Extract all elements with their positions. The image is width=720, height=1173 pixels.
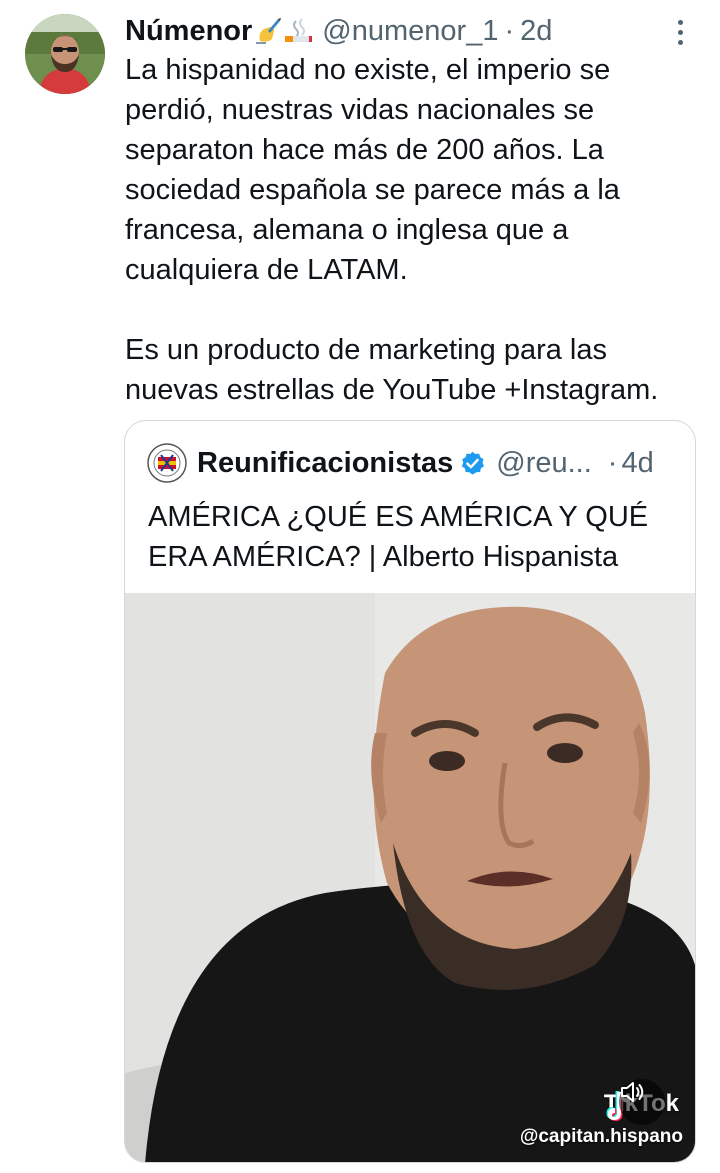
author-avatar-image <box>25 14 105 94</box>
separator-dot: · <box>607 446 618 479</box>
tweet[interactable]: Númenor @numenor_1 · 2d La hispanidad no… <box>0 0 720 1173</box>
tweet-paragraph: La hispanidad no existe, el imperio se p… <box>125 54 620 286</box>
tweet-paragraph: Es un producto de marketing para las nue… <box>125 334 659 406</box>
separator-dot: · <box>504 15 515 47</box>
author-avatar[interactable] <box>25 14 105 94</box>
more-options-icon[interactable] <box>668 16 692 48</box>
quoted-avatar-seal <box>147 443 187 483</box>
tweet-time[interactable]: 2d <box>520 12 552 50</box>
tweet-text: La hispanidad no existe, el imperio se p… <box>125 50 705 410</box>
name-emojis <box>254 17 314 45</box>
tiktok-username: @capitan.hispano <box>519 1126 683 1147</box>
tweet-header: Númenor @numenor_1 · 2d <box>125 12 660 50</box>
quoted-avatar[interactable] <box>147 443 187 483</box>
quoted-handle[interactable]: @reu... <box>496 447 592 480</box>
author-display-name[interactable]: Númenor <box>125 12 252 50</box>
writing-hand-emoji-icon <box>256 18 282 44</box>
quoted-tweet-header: Reunificacionistas @reu... · 4d <box>147 443 675 483</box>
quoted-tweet[interactable]: Reunificacionistas @reu... · 4d AMÉRICA … <box>124 420 696 1163</box>
author-handle[interactable]: @numenor_1 <box>322 12 498 50</box>
verified-badge-icon <box>462 451 485 475</box>
quoted-display-name[interactable]: Reunificacionistas <box>197 447 453 480</box>
video-frame-image <box>125 593 695 1162</box>
video-media[interactable]: TikTok @capitan.hispano <box>125 593 695 1162</box>
quoted-text: AMÉRICA ¿QUÉ ES AMÉRICA Y QUÉ ERA AMÉRIC… <box>148 501 649 573</box>
cigarette-emoji-icon <box>285 18 313 42</box>
mute-toggle[interactable] <box>619 1079 665 1125</box>
quoted-time[interactable]: 4d <box>621 447 653 480</box>
speaker-muted-icon <box>621 1082 644 1102</box>
